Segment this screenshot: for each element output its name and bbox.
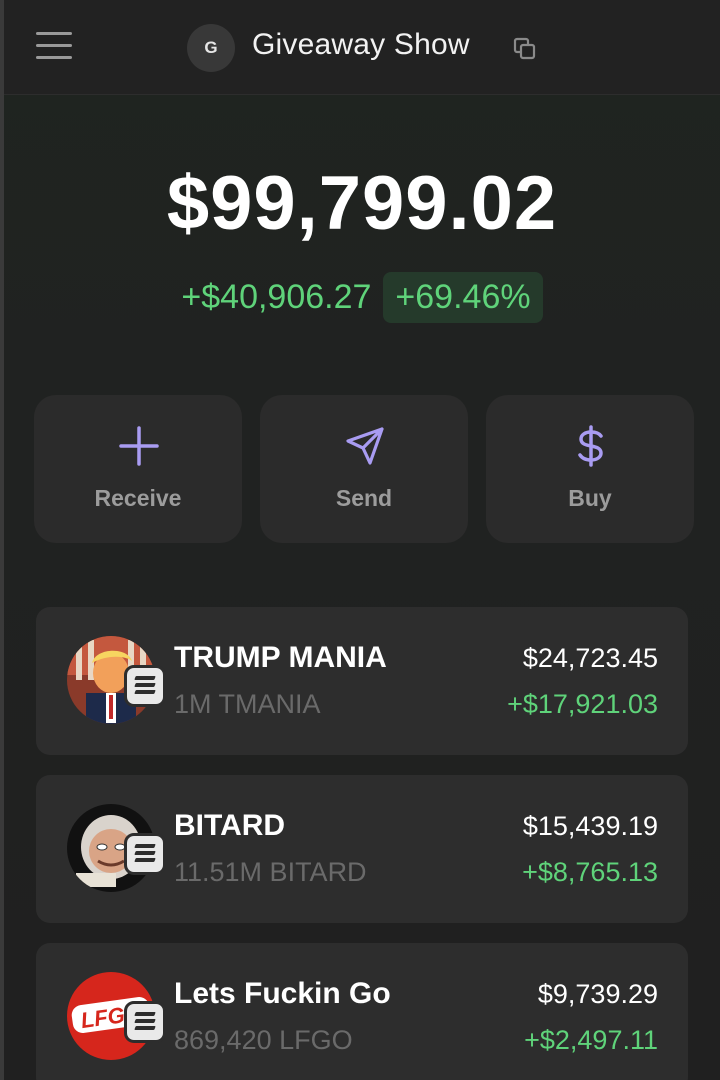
dollar-icon [578, 425, 603, 467]
change-percent-badge: +69.46% [383, 272, 543, 323]
token-pnl: +$2,497.11 [524, 1025, 658, 1055]
receive-button[interactable]: Receive [34, 395, 242, 543]
balance-change: +$40,906.27 +69.46% [4, 272, 720, 323]
send-button[interactable]: Send [260, 395, 468, 543]
copy-icon[interactable] [512, 36, 538, 62]
token-name: BITARD [174, 809, 286, 842]
buy-label: Buy [568, 485, 612, 511]
receive-label: Receive [94, 485, 182, 511]
solana-icon [124, 1001, 166, 1043]
header: G Giveaway Show [4, 0, 720, 95]
buy-button[interactable]: Buy [486, 395, 694, 543]
token-value: $9,739.29 [537, 979, 658, 1009]
token-pnl: +$17,921.03 [507, 689, 658, 719]
send-icon [346, 427, 384, 465]
token-name: Lets Fuckin Go [174, 977, 391, 1010]
account-avatar[interactable]: G [187, 24, 235, 72]
token-row-trump-mania[interactable]: TRUMP MANIA 1M TMANIA $24,723.45 +$17,92… [36, 607, 688, 755]
solana-icon [124, 665, 166, 707]
token-quantity: 11.51M BITARD [174, 857, 367, 887]
token-quantity: 1M TMANIA [174, 689, 321, 719]
token-row-lfgo[interactable]: LFGO Lets Fuckin Go 869,420 LFGO $9,739.… [36, 943, 688, 1080]
token-name: TRUMP MANIA [174, 641, 387, 674]
action-buttons: Receive Send Buy [34, 395, 694, 543]
token-value: $15,439.19 [522, 811, 658, 841]
token-row-bitard[interactable]: BITARD 11.51M BITARD $15,439.19 +$8,765.… [36, 775, 688, 923]
change-amount: +$40,906.27 [181, 278, 372, 316]
plus-icon [119, 426, 159, 466]
total-balance: $99,799.02 [166, 161, 558, 246]
account-name[interactable]: Giveaway Show [252, 28, 470, 62]
solana-icon [124, 833, 166, 875]
token-quantity: 869,420 LFGO [174, 1025, 353, 1055]
token-pnl: +$8,765.13 [522, 857, 658, 887]
hamburger-menu-icon[interactable] [36, 32, 72, 62]
token-value: $24,723.45 [522, 643, 658, 673]
send-label: Send [335, 485, 393, 511]
wallet-app: G Giveaway Show $99,799.02 +$40,906.27 +… [4, 0, 720, 1080]
